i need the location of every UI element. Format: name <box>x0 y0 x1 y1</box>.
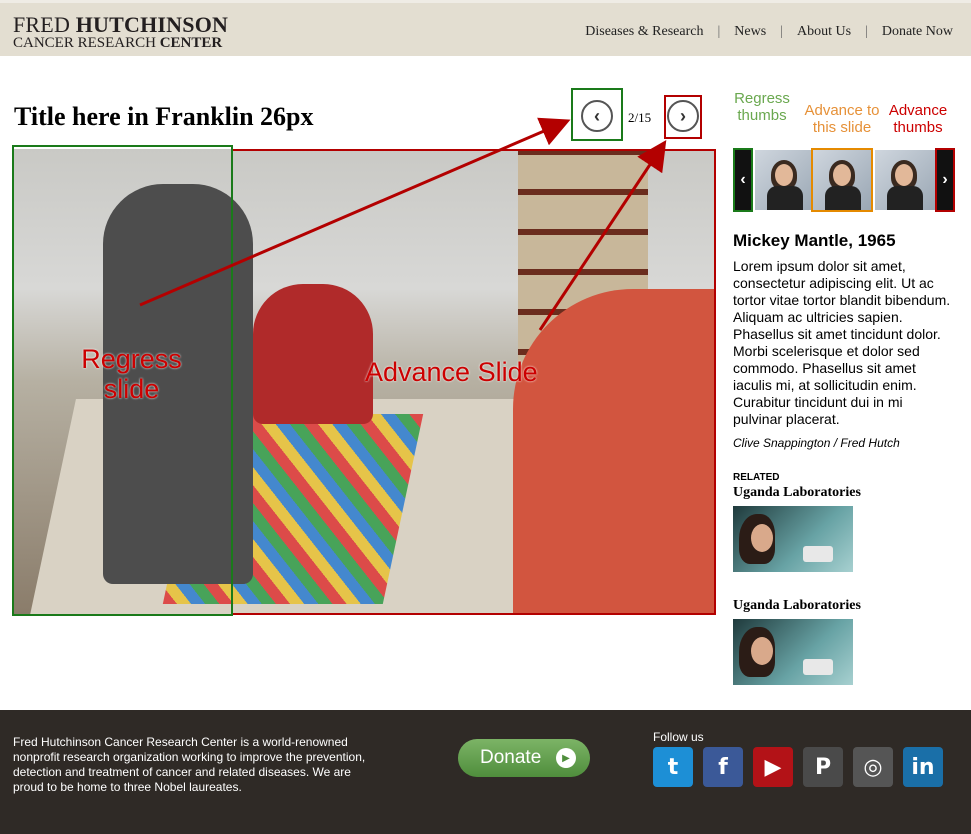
related-item-title[interactable]: Uganda Laboratories <box>733 598 861 614</box>
slide-counter: 2/15 <box>628 110 652 125</box>
thumbnail-2-active[interactable] <box>811 148 873 212</box>
caption-body: Lorem ipsum dolor sit amet, consectetur … <box>733 258 951 427</box>
thumbs-next-button[interactable]: › <box>935 148 955 212</box>
related-img-projector <box>803 546 833 562</box>
site-logo[interactable]: FRED HUTCHINSON CANCER RESEARCH CENTER <box>13 14 228 51</box>
nav-about-us[interactable]: About Us <box>797 24 851 40</box>
nav-separator: | <box>717 24 721 39</box>
regress-thumbs-text: Regress thumbs <box>734 90 790 125</box>
logo-line2-bold: CENTER <box>159 35 223 51</box>
thumbs-prev-button[interactable]: ‹ <box>733 148 753 212</box>
facebook-icon[interactable]: f <box>703 747 743 787</box>
regress-slide-zone[interactable] <box>12 145 233 616</box>
site-footer: Fred Hutchinson Cancer Research Center i… <box>0 710 971 834</box>
youtube-icon[interactable]: ▶ <box>753 747 793 787</box>
advance-thumbs-text: Advance thumbs <box>888 102 948 137</box>
advance-slide-zone[interactable] <box>233 149 716 615</box>
pinterest-icon[interactable]: P <box>803 747 843 787</box>
prev-slide-button[interactable]: ‹ <box>581 100 613 132</box>
donate-button[interactable]: Donate ▶ <box>458 739 590 777</box>
related-label: RELATED <box>733 472 780 483</box>
related-img-face <box>751 524 773 552</box>
caption-title: Mickey Mantle, 1965 <box>733 231 896 250</box>
regress-thumbs-label: Regress thumbs <box>733 90 791 125</box>
slideshow-title: Title here in Franklin 26px <box>14 102 314 131</box>
site-header: FRED HUTCHINSON CANCER RESEARCH CENTER D… <box>0 0 971 56</box>
nav-separator: | <box>780 24 783 39</box>
thumbnail-1[interactable] <box>755 150 815 210</box>
logo-line1-bold: HUTCHINSON <box>75 12 229 37</box>
related-img-face <box>751 637 773 665</box>
twitter-icon[interactable]: t <box>653 747 693 787</box>
related-item-image[interactable] <box>733 506 853 572</box>
chevron-right-icon: › <box>680 105 686 126</box>
chevron-left-icon: ‹ <box>740 171 746 188</box>
advance-thumbs-label: Advance thumbs <box>884 102 952 137</box>
chevron-right-icon: › <box>942 171 948 188</box>
thumb-face <box>775 164 793 186</box>
related-item-image[interactable] <box>733 619 853 685</box>
nav-news[interactable]: News <box>734 24 766 40</box>
donate-label: Donate <box>480 747 542 768</box>
chevron-left-icon: ‹ <box>594 105 600 126</box>
thumb-body <box>887 186 923 210</box>
photo-credit: Clive Snappington / Fred Hutch <box>733 436 900 450</box>
footer-about-text: Fred Hutchinson Cancer Research Center i… <box>13 735 366 794</box>
instagram-icon[interactable]: ◎ <box>853 747 893 787</box>
nav-separator: | <box>865 24 868 39</box>
follow-us-label: Follow us <box>653 730 704 744</box>
thumb-body <box>767 186 803 210</box>
advance-to-slide-text: Advance to this slide <box>804 102 880 137</box>
nav-donate-now[interactable]: Donate Now <box>882 24 953 40</box>
logo-line1-regular: FRED <box>13 12 76 37</box>
related-img-projector <box>803 659 833 675</box>
thumbnail-strip: ‹ › <box>733 148 958 212</box>
advance-to-slide-label: Advance to this slide <box>801 102 883 137</box>
logo-line2-regular: CANCER RESEARCH <box>13 35 160 51</box>
main-nav: Diseases & Research | News | About Us | … <box>585 24 953 40</box>
related-item-title[interactable]: Uganda Laboratories <box>733 485 861 501</box>
play-icon: ▶ <box>556 748 576 768</box>
nav-diseases-research[interactable]: Diseases & Research <box>585 24 703 40</box>
thumb-face <box>895 164 913 186</box>
thumb-body <box>825 186 861 210</box>
thumb-face <box>833 164 851 186</box>
thumbnail-3[interactable] <box>875 150 935 210</box>
linkedin-icon[interactable]: in <box>903 747 943 787</box>
next-slide-button[interactable]: › <box>667 100 699 132</box>
